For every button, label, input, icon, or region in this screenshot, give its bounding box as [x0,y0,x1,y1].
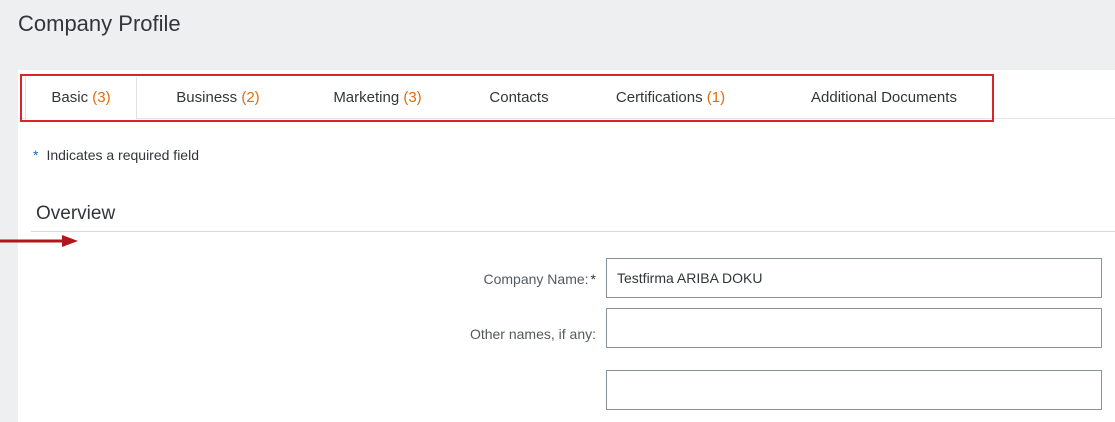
required-note-text: Indicates a required field [46,147,199,163]
required-star: * [33,147,39,163]
tab-count: (3) [403,89,422,106]
other-names-input[interactable] [606,308,1102,348]
tab-label: Business [176,89,238,106]
tab-label: Basic [51,89,89,106]
tab-basic[interactable]: Basic (3) [25,77,137,119]
tab-bar: Basic (3) Business (2) Marketing (3) Con… [18,77,1115,119]
tab-business[interactable]: Business (2) [145,77,291,119]
tab-label: Certifications [615,89,703,106]
tab-contacts[interactable]: Contacts [462,77,576,119]
other-names-label: Other names, if any: [469,326,596,342]
required-field-note: * Indicates a required field [33,147,199,163]
other-names-input-2[interactable] [606,370,1102,410]
tab-count: (1) [706,89,726,106]
section-divider [31,231,1115,232]
company-name-required-star: * [590,271,596,287]
arrow-right-icon [0,235,78,247]
tab-marketing[interactable]: Marketing (3) [299,77,456,119]
content-panel: Basic (3) Business (2) Marketing (3) Con… [18,70,1115,422]
section-title: Overview [36,203,116,224]
tab-certifications[interactable]: Certifications (1) [583,77,758,119]
tab-additional-documents[interactable]: Additional Documents [784,77,984,119]
arrow-head [62,235,78,247]
tab-label: Contacts [489,89,549,106]
tab-count: (2) [241,89,260,106]
company-name-label-text: Company Name: [483,271,589,287]
tab-label: Marketing [333,89,400,106]
company-name-label: Company Name: * [336,271,597,287]
company-name-input[interactable] [606,258,1102,298]
tab-count: (3) [92,89,111,106]
tab-label: Additional Documents [811,89,957,106]
page-title: Company Profile [18,11,181,36]
